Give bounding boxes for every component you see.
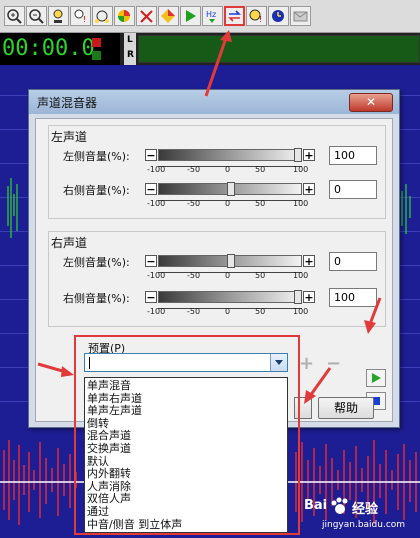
slider-tick-labels: -100 -50 0 50 100 — [147, 307, 309, 316]
slider-tick-labels: -100 -50 0 50 100 — [147, 165, 309, 174]
slider-thumb[interactable] — [294, 148, 302, 162]
dropdown-item[interactable]: 默认 — [87, 455, 109, 468]
arrow-icon — [364, 297, 382, 334]
svg-text:!: ! — [83, 15, 86, 24]
paw-icon — [331, 497, 348, 514]
dropdown-item[interactable]: 内外翻转 — [87, 468, 131, 480]
watermark-brand: Bai — [304, 498, 328, 513]
left-channel-group: 左声道 左侧音量(%): − + -100 -50 0 50 100 100 右侧音量(… — [48, 125, 386, 219]
left-group-right-volume-label: 右侧音量(%): — [63, 184, 130, 197]
left-group-left-volume-input[interactable]: 100 — [329, 146, 377, 165]
left-group-right-volume-input[interactable]: 0 — [329, 180, 377, 199]
dropdown-item[interactable]: 交换声道 — [87, 443, 131, 455]
hz-icon[interactable]: Hz — [202, 6, 223, 26]
decrease-button[interactable]: − — [145, 183, 157, 195]
slider-thumb[interactable] — [227, 182, 235, 196]
time-display: 00:00.0 — [0, 33, 120, 65]
level-meter — [138, 35, 420, 63]
dropdown-item[interactable]: 单声混音 — [87, 380, 131, 392]
channel-labels: L R — [124, 33, 136, 65]
slider-track[interactable] — [158, 182, 302, 196]
right-channel-group: 右声道 左侧音量(%): − + -100 -50 0 50 100 0 右侧音量(%)… — [48, 231, 386, 327]
slider-track[interactable] — [158, 290, 302, 304]
mail-icon[interactable] — [290, 6, 311, 26]
text-cursor — [89, 357, 90, 369]
decrease-button[interactable]: − — [145, 291, 157, 303]
watermark-brand2: 经验 — [352, 502, 379, 517]
slider-tick-labels: -100 -50 0 50 100 — [147, 271, 309, 280]
zoom-out-icon[interactable] — [26, 6, 47, 26]
right-group-left-volume-label: 左侧音量(%): — [63, 256, 130, 269]
dropdown-item[interactable]: 人声消除 — [87, 480, 131, 493]
dropdown-item[interactable]: 单声右声道 — [87, 392, 142, 405]
left-channel-label: L — [127, 35, 133, 45]
decrease-button[interactable]: − — [145, 255, 157, 267]
left-group-left-volume-slider[interactable]: − + -100 -50 0 50 100 — [145, 148, 315, 176]
noise-icon[interactable] — [136, 6, 157, 26]
right-group-right-volume-label: 右侧音量(%): — [63, 292, 130, 305]
increase-button[interactable]: + — [303, 149, 315, 161]
slider-thumb[interactable] — [294, 290, 302, 304]
slider-tick-labels: -100 -50 0 50 100 — [147, 199, 309, 208]
hz-label: Hz — [206, 10, 216, 19]
level-icon[interactable] — [92, 6, 113, 26]
right-group-left-volume-input[interactable]: 0 — [329, 252, 377, 271]
arrow-icon — [37, 362, 74, 377]
dropdown-item[interactable]: 双倍人声 — [87, 493, 131, 505]
right-channel-label: R — [127, 50, 134, 60]
increase-button[interactable]: + — [303, 255, 315, 267]
close-button[interactable]: ✕ — [349, 93, 393, 112]
baidu-watermark: Bai 经验 jingyan.baidu.com — [300, 492, 420, 538]
preset-combo[interactable] — [84, 353, 288, 372]
slider-thumb[interactable] — [227, 254, 235, 268]
mark-clear-icon[interactable]: ! — [70, 6, 91, 26]
record-indicator — [92, 38, 101, 47]
play-button[interactable] — [366, 369, 386, 387]
slider-track[interactable] — [158, 254, 302, 268]
arrow-icon — [204, 30, 232, 97]
left-channel-group-label: 左声道 — [51, 130, 88, 144]
dropdown-item[interactable]: 倒转 — [87, 417, 109, 430]
left-group-right-volume-slider[interactable]: − + -100 -50 0 50 100 — [145, 182, 315, 210]
dropdown-item[interactable]: 单声左声道 — [87, 405, 142, 417]
mark-icon[interactable] — [48, 6, 69, 26]
main-toolbar: ! Hz ! — [0, 0, 420, 33]
right-channel-group-label: 右声道 — [51, 236, 88, 250]
stats-icon[interactable]: ! — [246, 6, 267, 26]
decrease-button[interactable]: − — [145, 149, 157, 161]
right-group-left-volume-slider[interactable]: − + -100 -50 0 50 100 — [145, 254, 315, 282]
dropdown-item[interactable]: 混合声道 — [87, 430, 131, 442]
diamond-icon[interactable] — [158, 6, 179, 26]
slider-track[interactable] — [158, 148, 302, 162]
arrow-icon — [304, 367, 332, 404]
svg-text:!: ! — [259, 15, 262, 24]
play-icon — [372, 373, 381, 383]
echo-icon[interactable] — [114, 6, 135, 26]
watermark-url: jingyan.baidu.com — [322, 520, 406, 530]
right-group-right-volume-slider[interactable]: − + -100 -50 0 50 100 — [145, 290, 315, 318]
increase-button[interactable]: + — [303, 183, 315, 195]
zoom-in-icon[interactable] — [4, 6, 25, 26]
play-fx-icon[interactable] — [180, 6, 201, 26]
clock-icon[interactable] — [268, 6, 289, 26]
dropdown-item[interactable]: 通过 — [87, 506, 109, 518]
dropdown-item[interactable]: 中音/侧音 到立体声 — [87, 518, 182, 531]
left-group-left-volume-label: 左侧音量(%): — [63, 150, 130, 163]
ready-indicator — [92, 51, 101, 60]
chevron-down-icon[interactable] — [270, 354, 287, 371]
preset-dropdown-list[interactable]: 单声混音 单声右声道 单声左声道 倒转 混合声道 交换声道 默认 内外翻转 人声消除 双倍人声 通过… — [84, 377, 288, 533]
channel-mixer-icon[interactable] — [224, 6, 245, 26]
increase-button[interactable]: + — [303, 291, 315, 303]
dialog-title: 声道混音器 — [37, 96, 98, 110]
